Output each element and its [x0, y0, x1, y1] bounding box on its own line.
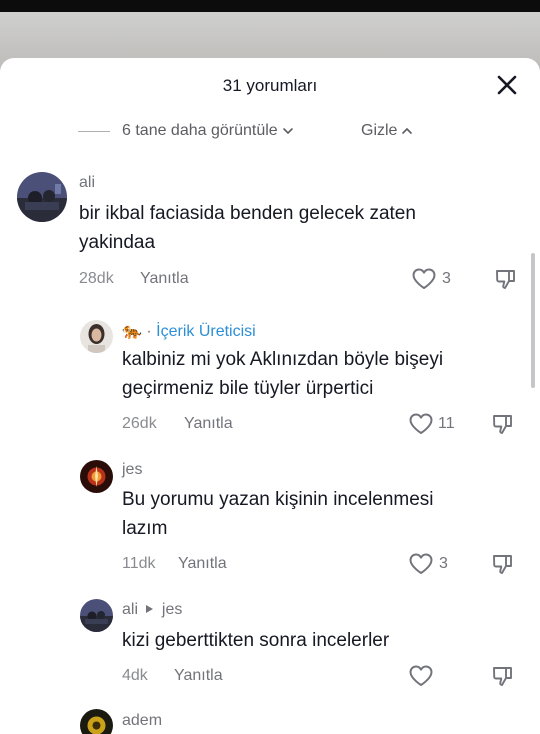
- comment-author[interactable]: adem: [122, 712, 162, 730]
- reply-button[interactable]: Yanıtla: [140, 270, 189, 288]
- author-separator: ·: [146, 323, 152, 340]
- avatar[interactable]: [80, 460, 113, 493]
- comment-time: 28dk: [79, 270, 114, 287]
- heart-outline-icon: [412, 268, 436, 289]
- comment-text: Bu yorumu yazan kişinin incelenmesi lazı…: [122, 485, 434, 543]
- comment-text: kalbiniz mi yok Aklınızdan böyle bişeyi …: [122, 345, 443, 403]
- comment-time: 11dk: [122, 555, 156, 572]
- caret-right-icon: [146, 605, 154, 613]
- comment-time: 4dk: [122, 667, 148, 684]
- thumbs-down-icon: [496, 270, 515, 289]
- dislike-button[interactable]: [494, 267, 518, 291]
- status-bar: [0, 0, 540, 12]
- comment-text-line: lazım: [122, 518, 168, 539]
- reply-button[interactable]: Yanıtla: [178, 555, 227, 573]
- like-button[interactable]: [411, 267, 437, 291]
- avatar[interactable]: [17, 172, 67, 222]
- author-name: ali: [122, 601, 139, 618]
- like-button[interactable]: [408, 412, 434, 436]
- comment-author[interactable]: ali: [79, 174, 95, 192]
- comment-author[interactable]: 🐅 · İçerik Üreticisi: [122, 321, 256, 341]
- comment-text-line: yakindaa: [79, 232, 156, 253]
- comment-author[interactable]: jes: [122, 461, 142, 479]
- view-more-replies-label: 6 tane daha görüntüle: [122, 122, 278, 139]
- like-count: 3: [442, 270, 451, 287]
- comment-author[interactable]: ali jes: [122, 601, 182, 619]
- reply-button[interactable]: Yanıtla: [174, 667, 223, 685]
- heart-outline-icon: [409, 413, 433, 434]
- comment-text-line: kalbiniz mi yok Aklınızdan böyle bişeyi: [122, 349, 444, 370]
- creator-badge: İçerik Üreticisi: [156, 323, 256, 340]
- comment-time: 26dk: [122, 415, 157, 432]
- comments-sheet: 31 yorumları 6 tane daha görüntüle Gizle: [0, 58, 540, 734]
- replies-toggle-bar: 6 tane daha görüntüle Gizle: [0, 120, 540, 144]
- comment-text-line: kizi geberttikten sonra incelerler: [122, 630, 390, 651]
- comment-text: kizi geberttikten sonra incelerler: [122, 626, 389, 655]
- sheet-title: 31 yorumları: [222, 76, 318, 95]
- scrollbar[interactable]: [531, 253, 535, 388]
- heart-outline-icon: [409, 553, 433, 574]
- view-more-replies-button[interactable]: 6 tane daha görüntüle: [122, 122, 294, 140]
- comment-text-line: bir ikbal faciasida benden gelecek zaten: [79, 203, 416, 224]
- heart-outline-icon: [409, 665, 433, 686]
- thumbs-down-icon: [493, 667, 512, 686]
- avatar[interactable]: [80, 599, 113, 632]
- replies-divider: [78, 131, 110, 132]
- thumbs-down-icon: [493, 415, 512, 434]
- like-button[interactable]: [408, 552, 434, 576]
- comment-text-line: Bu yorumu yazan kişinin incelenmesi: [122, 489, 434, 510]
- reply-to-name: jes: [161, 601, 183, 618]
- like-count: 3: [439, 555, 448, 572]
- like-button[interactable]: [408, 664, 434, 688]
- chevron-down-icon: [282, 128, 293, 135]
- reply-button[interactable]: Yanıtla: [184, 415, 233, 433]
- dislike-button[interactable]: [491, 552, 515, 576]
- close-icon: [497, 75, 517, 95]
- comment-text: bir ikbal faciasida benden gelecek zaten…: [79, 199, 416, 257]
- hide-replies-button[interactable]: Gizle: [361, 122, 413, 140]
- close-button[interactable]: [494, 72, 520, 98]
- hide-replies-label: Gizle: [361, 122, 398, 139]
- chevron-up-icon: [402, 127, 413, 134]
- avatar[interactable]: [80, 320, 113, 353]
- dislike-button[interactable]: [491, 664, 515, 688]
- comment-text-line: geçirmeniz bile tüyler ürpertici: [122, 378, 374, 399]
- dislike-button[interactable]: [491, 412, 515, 436]
- thumbs-down-icon: [493, 555, 512, 574]
- author-emoji: 🐅: [122, 323, 142, 340]
- like-count: 11: [438, 415, 455, 432]
- avatar[interactable]: [80, 709, 113, 734]
